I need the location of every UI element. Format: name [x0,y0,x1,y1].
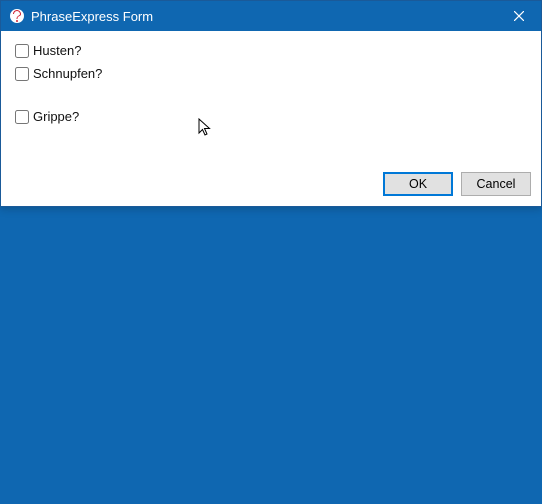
window-title: PhraseExpress Form [31,9,153,24]
checkbox-label: Husten? [33,43,81,58]
checkbox-row-grippe[interactable]: Grippe? [15,109,527,124]
desktop-background: PhraseExpress Form Husten? Schnupfen? [0,0,542,504]
app-icon [9,8,25,24]
checkbox-row-schnupfen[interactable]: Schnupfen? [15,66,527,81]
dialog-body: Husten? Schnupfen? Grippe? [1,31,541,166]
close-button[interactable] [496,1,541,31]
titlebar[interactable]: PhraseExpress Form [1,1,541,31]
checkbox-husten[interactable] [15,44,29,58]
checkbox-grippe[interactable] [15,110,29,124]
checkbox-row-husten[interactable]: Husten? [15,43,527,58]
close-icon [514,11,524,21]
checkbox-label: Grippe? [33,109,79,124]
cancel-button[interactable]: Cancel [461,172,531,196]
ok-button[interactable]: OK [383,172,453,196]
checkbox-schnupfen[interactable] [15,67,29,81]
button-row: OK Cancel [1,166,541,206]
checkbox-label: Schnupfen? [33,66,102,81]
dialog-window: PhraseExpress Form Husten? Schnupfen? [0,0,542,207]
